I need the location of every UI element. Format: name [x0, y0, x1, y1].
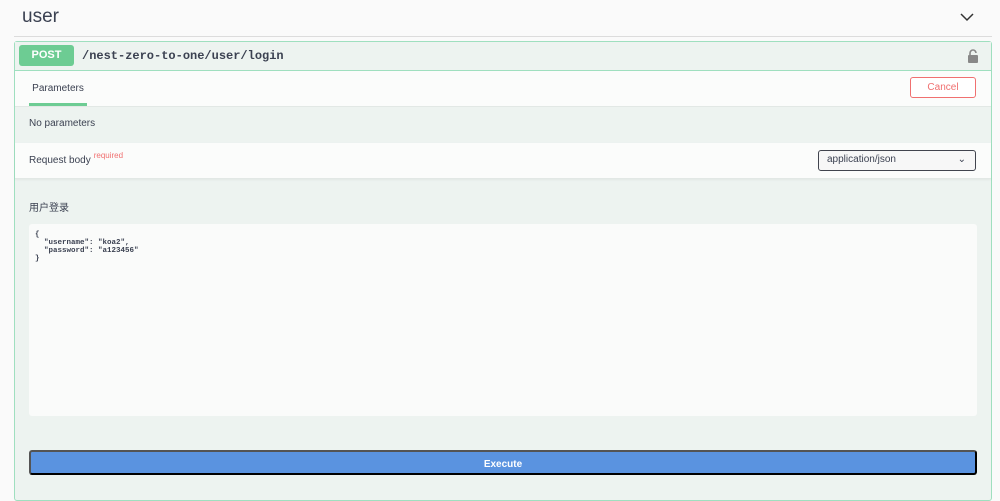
lock-icon[interactable]	[967, 49, 979, 63]
tab-parameters[interactable]: Parameters	[29, 71, 87, 106]
no-parameters-text: No parameters	[29, 118, 96, 129]
request-body-textarea[interactable]: { "username": "koa2", "password": "a1234…	[29, 224, 977, 416]
method-badge: POST	[19, 45, 74, 66]
operation-block: POST /nest-zero-to-one/user/login Parame…	[14, 41, 992, 501]
operation-summary[interactable]: POST /nest-zero-to-one/user/login	[15, 42, 991, 71]
parameters-header: Parameters Cancel	[15, 71, 991, 107]
content-type-value: application/json	[827, 154, 896, 165]
request-body-header: Request body required application/json ⌄	[15, 143, 991, 179]
tag-header-user[interactable]: user	[14, 0, 992, 37]
request-body-label: Request body	[29, 155, 91, 166]
required-label: required	[93, 151, 124, 160]
cancel-button[interactable]: Cancel	[910, 77, 976, 98]
operation-path: /nest-zero-to-one/user/login	[82, 49, 284, 63]
body-description: 用户登录	[29, 203, 69, 214]
chevron-down-icon[interactable]	[960, 10, 974, 24]
tag-title: user	[22, 6, 59, 27]
chevron-down-icon: ⌄	[957, 154, 966, 165]
execute-button[interactable]: Execute	[29, 450, 977, 475]
content-type-select[interactable]: application/json ⌄	[818, 150, 976, 171]
